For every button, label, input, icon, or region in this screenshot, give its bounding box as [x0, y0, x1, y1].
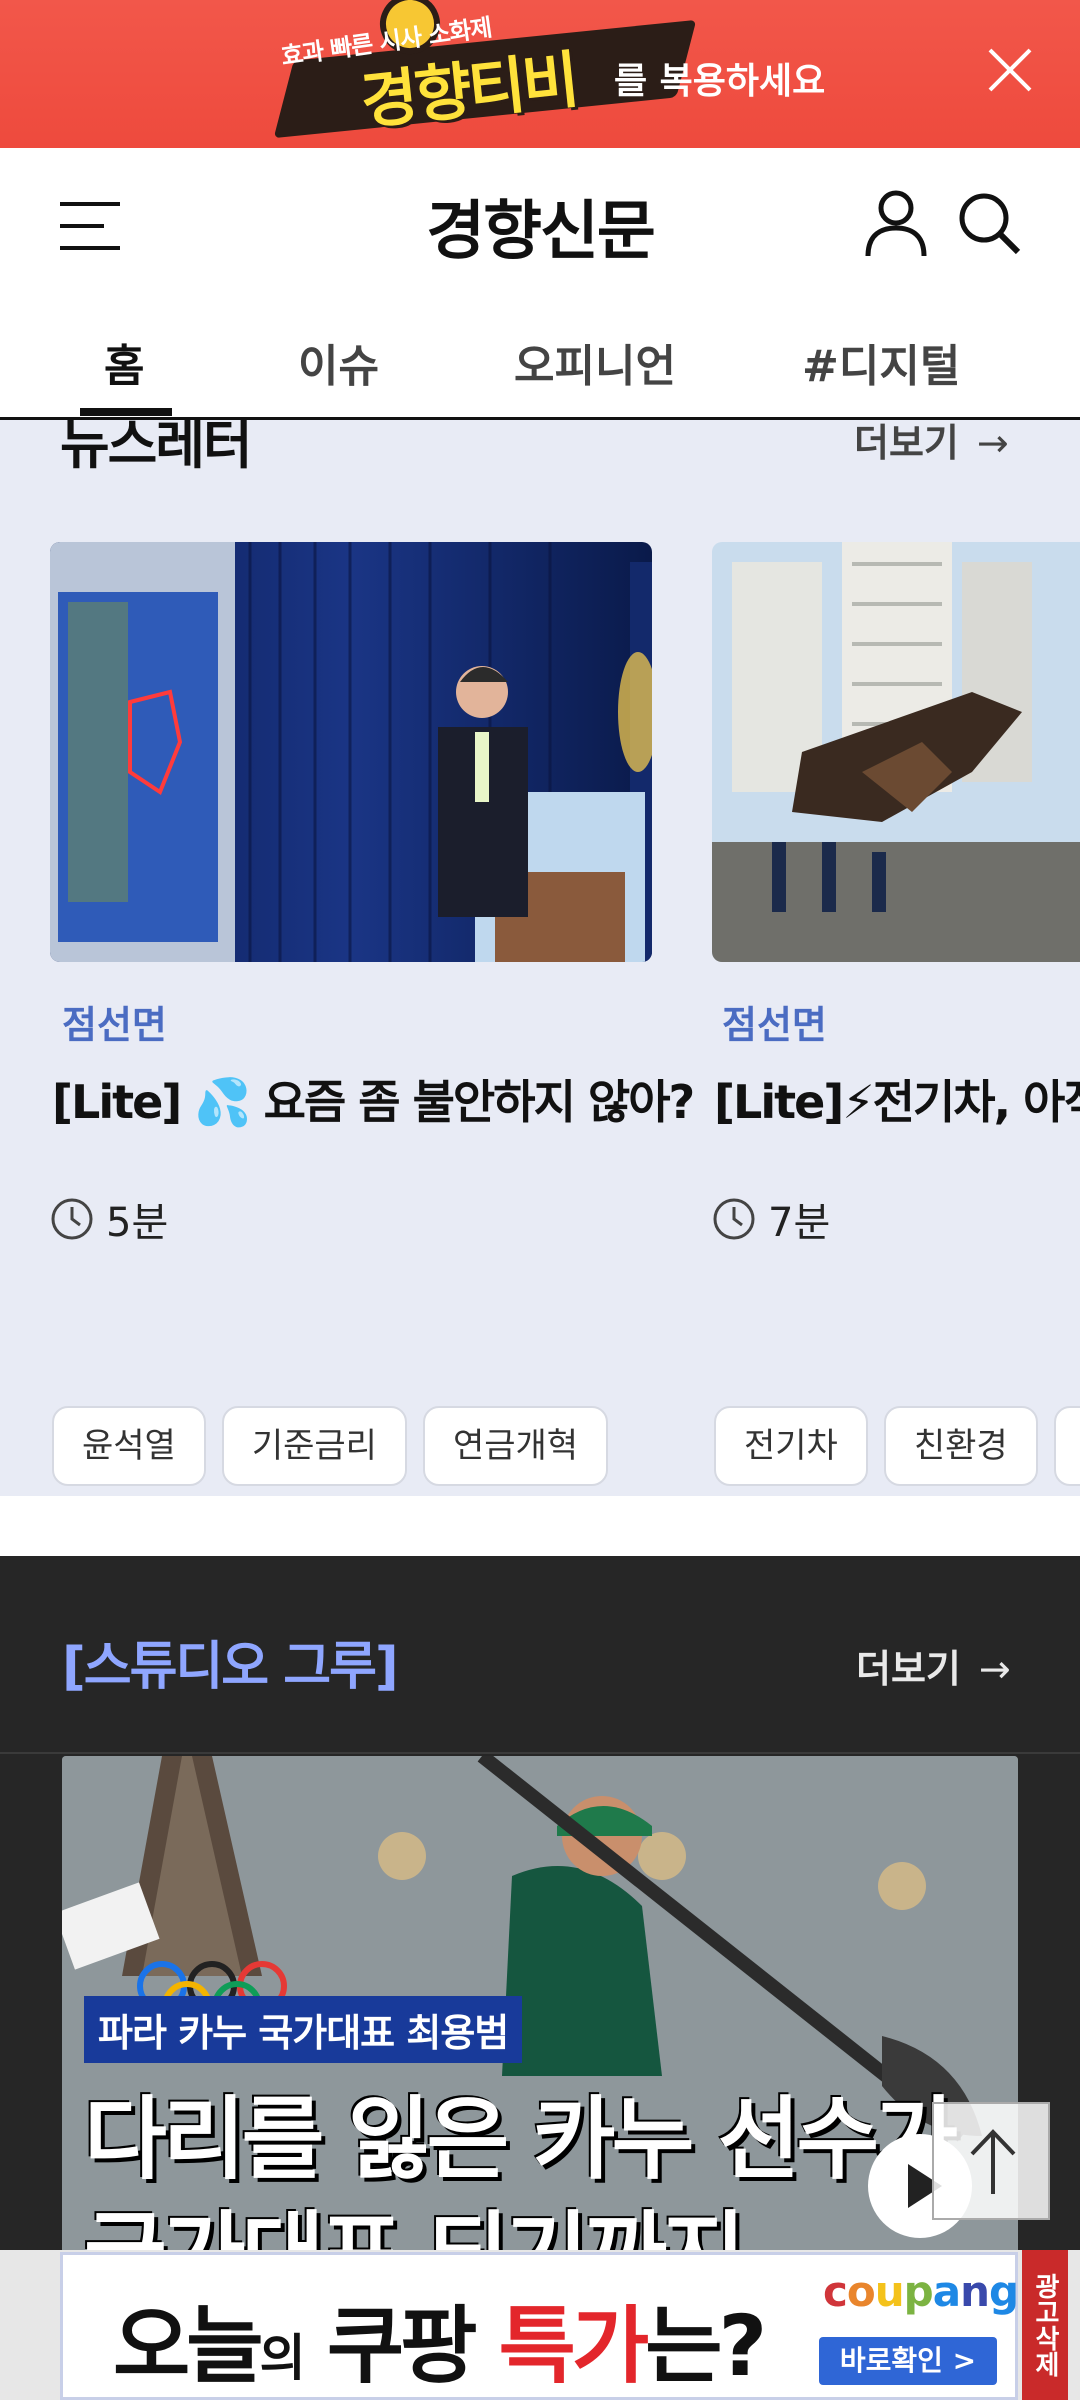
more-label: 더보기 — [856, 1647, 961, 1691]
tag-chip[interactable]: 친환경 — [883, 1406, 1038, 1486]
read-time: 5분 — [50, 1190, 168, 1248]
logo-letter: n — [960, 2267, 990, 2316]
tab-digital[interactable]: #디지털 — [802, 330, 960, 394]
top-banner-ad[interactable]: 효과 빠른 시사 소화제 경향티비 를 복용하세요 — [0, 0, 1080, 148]
tag-chip[interactable]: 전기차 — [714, 1406, 868, 1486]
read-time-label: 7분 — [768, 1200, 831, 1246]
ad-headline: 오늘의 쿠팡 특가는? — [113, 2279, 767, 2400]
logo-letter: a — [932, 2267, 961, 2316]
section-title: [스튜디오 그루] — [62, 1637, 399, 1697]
logo-letter: c — [823, 2267, 848, 2316]
read-time-label: 5분 — [106, 1200, 169, 1246]
video-subtitle-label: 파라 카누 국가대표 최용범 — [84, 1996, 523, 2063]
card-thumbnail — [712, 542, 1080, 962]
coupang-logo: coupang — [823, 2267, 1019, 2316]
clock-icon — [51, 1198, 93, 1240]
logo-letter: g — [989, 2267, 1019, 2316]
scroll-to-top-button[interactable] — [932, 2102, 1050, 2220]
tag-chip[interactable]: 기준금리 — [221, 1406, 407, 1486]
close-icon[interactable] — [980, 40, 1040, 100]
section-title: 뉴스레터 — [60, 420, 253, 476]
ad-text: 의 — [259, 2329, 306, 2387]
page: 효과 빠른 시사 소화제 경향티비 를 복용하세요 경향신문 홈 이슈 오피니언… — [0, 0, 1080, 2400]
newsletter-card[interactable]: 점선면 [Lite]⚡전기차, 아직 7분 전기차 친환경 탄 — [712, 542, 1080, 1486]
tag-list: 윤석열 기준금리 연금개혁 — [52, 1406, 609, 1486]
logo-letter: u — [874, 2267, 905, 2316]
tag-chip[interactable]: 연금개혁 — [422, 1406, 609, 1486]
card-title: [Lite]⚡전기차, 아직 — [714, 1075, 1080, 1129]
more-link[interactable]: 더보기 → — [854, 420, 1009, 467]
card-category: 점선면 — [722, 1003, 827, 1047]
video-headline: 국가대표 되기까지 — [84, 2202, 746, 2256]
clock-icon — [713, 1198, 755, 1240]
ad-remove-button[interactable]: 광고삭제 — [1022, 2250, 1068, 2400]
more-link[interactable]: 더보기 → — [856, 1638, 1011, 1693]
ad-check-button[interactable]: 바로확인 > — [819, 2337, 997, 2385]
tab-home[interactable]: 홈 — [104, 330, 144, 394]
bottom-banner-ad[interactable]: 오늘의 쿠팡 특가는? coupang 바로확인 > — [0, 2250, 1080, 2400]
site-header: 경향신문 — [0, 148, 1080, 308]
arrow-right-icon: → — [978, 1647, 1011, 1691]
ad-text: 는? — [645, 2297, 767, 2395]
ad-text: 오늘 — [113, 2297, 264, 2395]
ad-cta: 를 복용하세요 — [614, 61, 826, 102]
card-title: [Lite] 💦 요즘 좀 불안하지 않아? — [52, 1075, 695, 1129]
divider — [0, 1752, 1080, 1754]
ad-text: 쿠팡 — [326, 2297, 478, 2395]
user-icon[interactable] — [864, 188, 928, 258]
active-tab-indicator — [80, 408, 172, 416]
newsletter-section: 뉴스레터 더보기 → 점선면 [Lite] 💦 요즘 좀 불안하지 않아? 5분… — [0, 420, 1080, 1496]
tab-opinion[interactable]: 오피니언 — [514, 330, 676, 394]
read-time: 7분 — [712, 1190, 830, 1248]
main-nav-tabs: 홈 이슈 오피니언 #디지털 — [0, 308, 1080, 420]
arrow-up-icon — [970, 2129, 1016, 2194]
coupang-ad[interactable]: 오늘의 쿠팡 특가는? coupang 바로확인 > — [60, 2252, 1019, 2400]
newsletter-card[interactable]: 점선면 [Lite] 💦 요즘 좀 불안하지 않아? 5분 윤석열 기준금리 연… — [50, 542, 695, 1486]
ad-text: 특가 — [498, 2297, 650, 2395]
card-thumbnail — [50, 542, 652, 962]
logo-letter: p — [903, 2267, 934, 2316]
more-label: 더보기 — [854, 421, 959, 465]
arrow-right-icon: → — [976, 421, 1009, 465]
tag-list: 전기차 친환경 탄 — [714, 1406, 1080, 1486]
tag-chip[interactable]: 윤석열 — [52, 1406, 206, 1486]
search-icon[interactable] — [956, 190, 1022, 256]
logo-letter: o — [846, 2267, 876, 2316]
video-headline: 다리를 잃은 카누 선수가 — [84, 2087, 958, 2192]
card-category: 점선면 — [62, 1003, 167, 1047]
tab-issue[interactable]: 이슈 — [298, 330, 379, 394]
tag-chip[interactable]: 탄 — [1053, 1406, 1080, 1486]
